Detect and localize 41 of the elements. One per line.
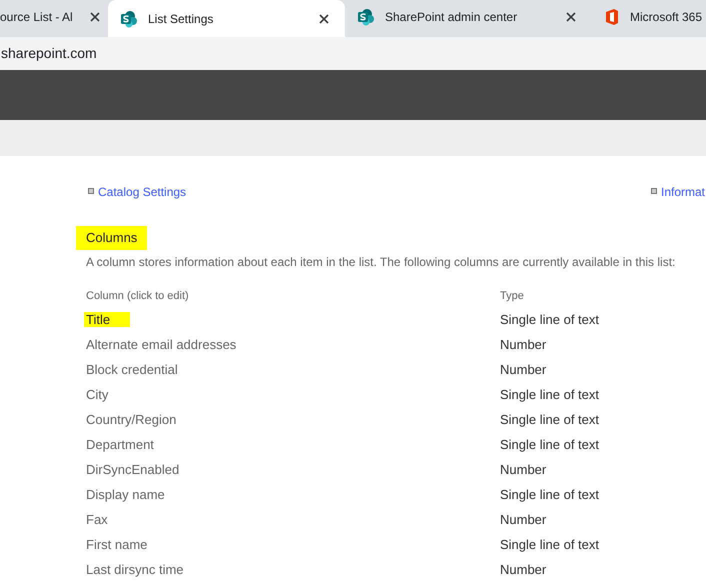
settings-link[interactable]: Informat <box>661 183 706 201</box>
browser-tab[interactable]: Microsoft 365 <box>592 0 706 33</box>
column-name-link[interactable]: City <box>86 384 500 404</box>
sharepoint-logo-icon <box>120 10 138 28</box>
address-text[interactable]: sharepoint.com <box>1 43 97 64</box>
browser-tab[interactable]: SharePoint admin center <box>345 0 592 33</box>
column-type: Single line of text <box>500 486 600 504</box>
sharepoint-logo-icon <box>357 8 375 26</box>
close-icon[interactable] <box>566 12 576 22</box>
column-type: Number <box>500 510 546 529</box>
column-name-link[interactable]: Block credential <box>86 360 500 380</box>
office-logo-icon <box>604 8 620 26</box>
column-type: Number <box>500 460 546 479</box>
column-type: Number <box>500 336 546 354</box>
column-name-link[interactable]: Country/Region <box>86 410 500 430</box>
close-icon[interactable] <box>90 12 100 22</box>
column-name-link[interactable]: First name <box>86 534 500 554</box>
settings-link[interactable]: Catalog Settings <box>98 183 186 201</box>
column-name-link[interactable]: Display name <box>86 484 500 504</box>
column-name-link[interactable]: Last dirsync time <box>86 560 500 580</box>
column-type: Single line of text <box>500 386 600 404</box>
column-type: Number <box>500 560 546 579</box>
section-description: A column stores information about each item in the list. The following columns are currently available in this list: <box>86 254 676 271</box>
column-name-link[interactable]: Fax <box>86 510 500 530</box>
column-name-link[interactable]: DirSyncEnabled <box>86 460 500 480</box>
column-type: Number <box>500 360 546 379</box>
column-header: Column (click to edit) <box>86 288 190 304</box>
column-name-link[interactable]: Title <box>86 310 500 330</box>
column-name-link[interactable]: Department <box>86 434 500 454</box>
bullet-icon <box>651 188 657 194</box>
bullet-icon <box>88 188 94 194</box>
browser-tab[interactable]: List Settings <box>108 0 345 37</box>
column-type: Single line of text <box>500 436 600 454</box>
column-name-link[interactable]: Alternate email addresses <box>86 334 500 354</box>
section-heading: Columns <box>76 226 148 250</box>
column-type: Single line of text <box>500 536 600 554</box>
column-header: Type <box>500 288 524 304</box>
close-icon[interactable] <box>319 14 329 24</box>
browser-tab[interactable]: ource List - Al <box>0 0 108 33</box>
column-type: Single line of text <box>500 310 600 329</box>
column-type: Single line of text <box>500 410 600 429</box>
